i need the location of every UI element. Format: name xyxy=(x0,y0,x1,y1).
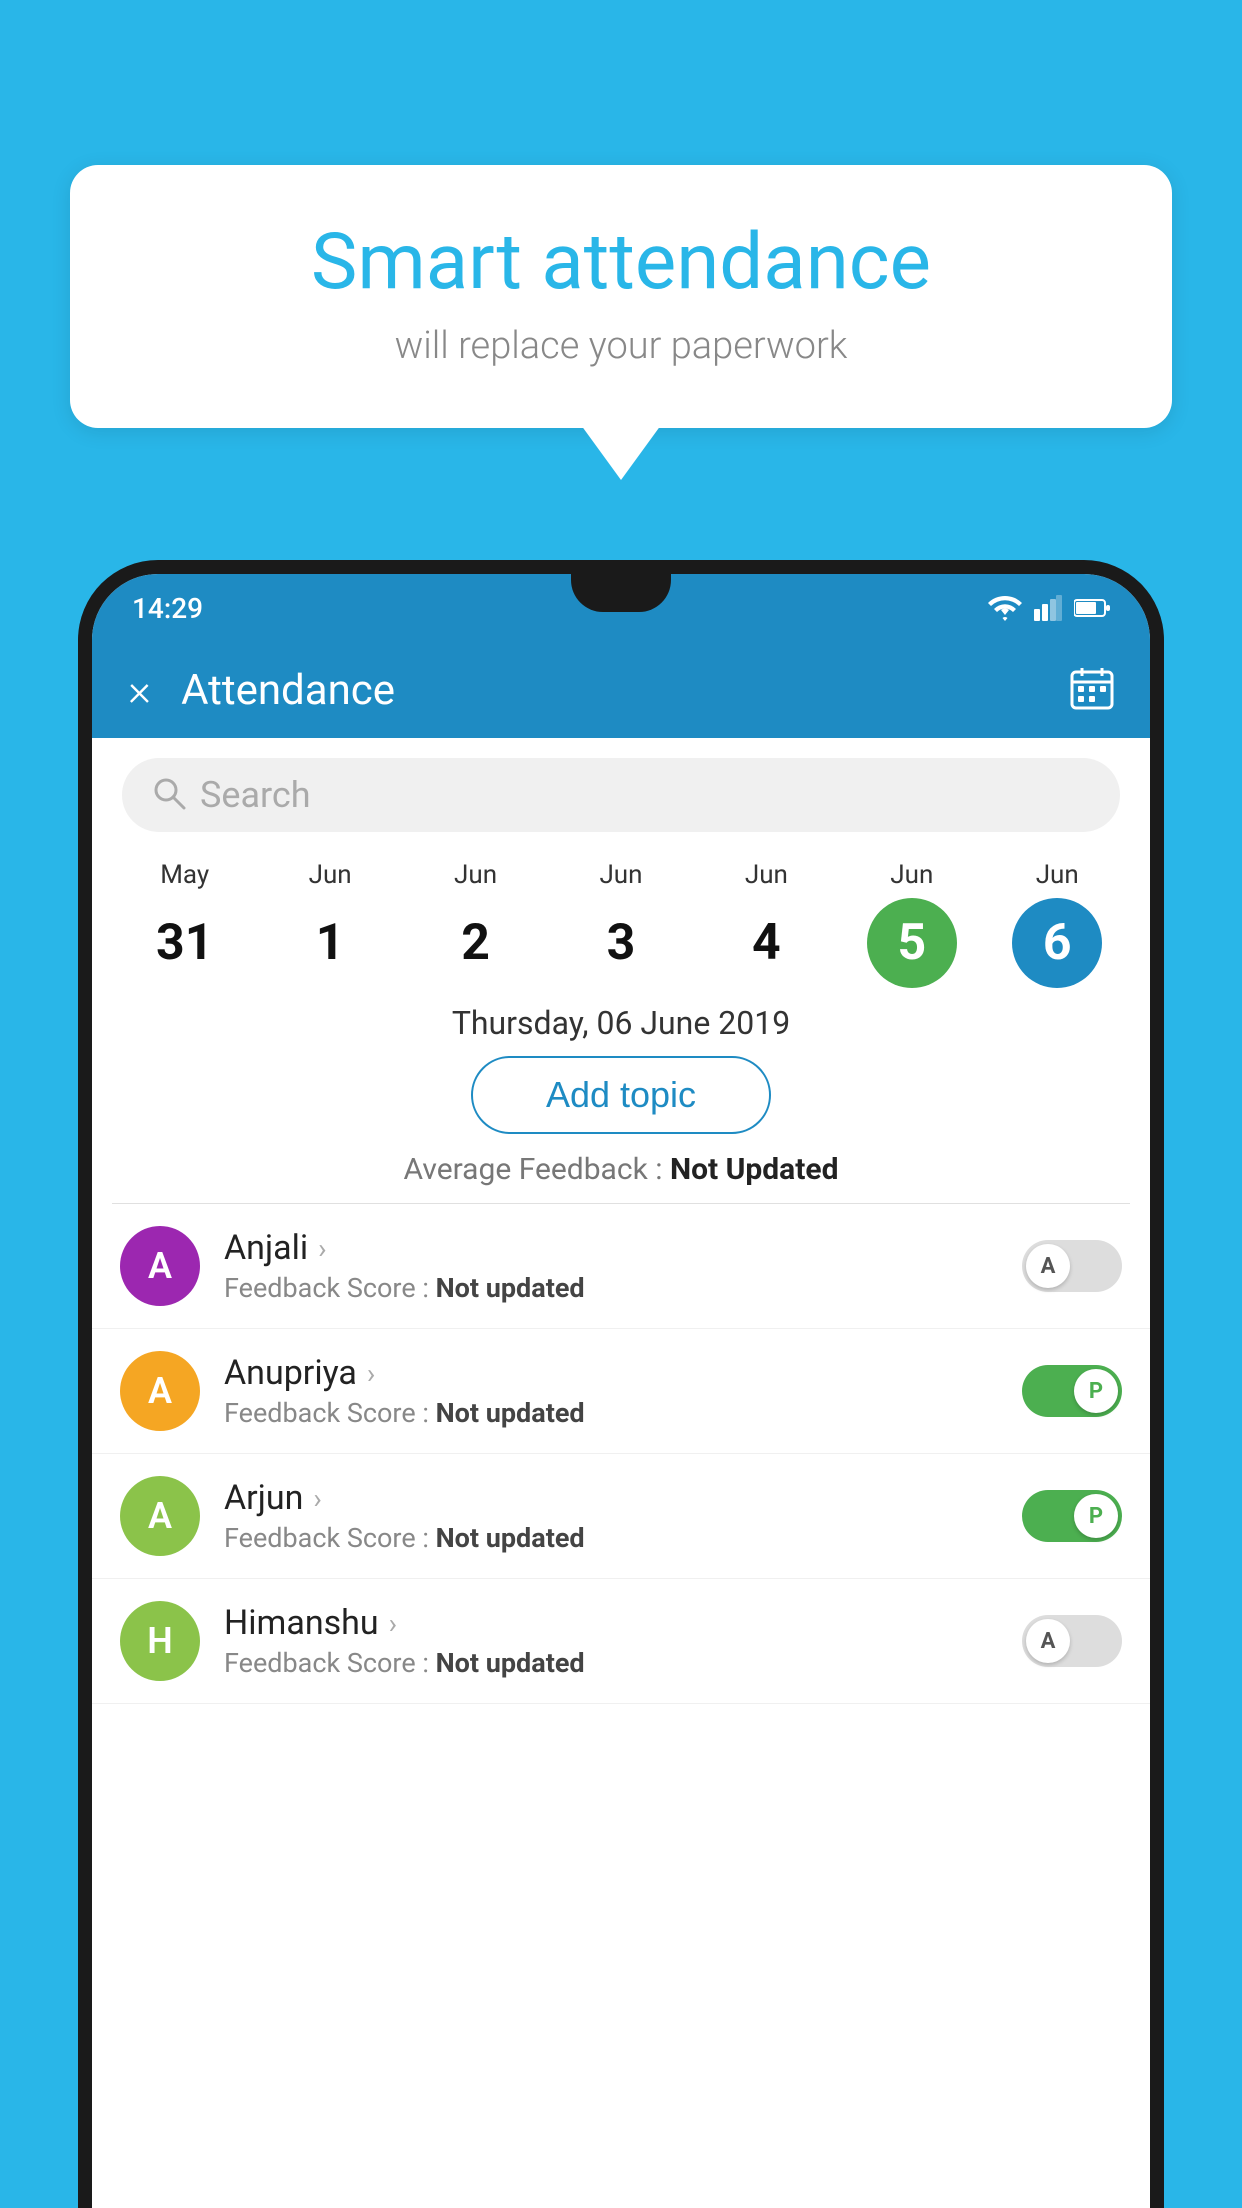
cal-month-label: Jun xyxy=(890,860,933,890)
toggle-knob: A xyxy=(1026,1619,1070,1663)
notch xyxy=(571,574,671,612)
student-info: Himanshu › Feedback Score : Not updated xyxy=(224,1603,1022,1679)
calendar-day[interactable]: Jun 4 xyxy=(721,860,811,988)
search-placeholder: Search xyxy=(200,774,311,816)
search-bar[interactable]: Search xyxy=(122,758,1120,832)
cal-day-number: 31 xyxy=(140,898,230,988)
wifi-icon xyxy=(988,595,1022,621)
cal-day-number: 3 xyxy=(576,898,666,988)
chevron-icon: › xyxy=(313,1482,321,1515)
calendar-strip: May 31 Jun 1 Jun 2 Jun 3 Jun 4 Jun 5 Jun 6 xyxy=(92,842,1150,994)
cal-day-number: 5 xyxy=(867,898,957,988)
avg-feedback-label: Average Feedback : xyxy=(404,1152,670,1187)
attendance-toggle[interactable]: A xyxy=(1022,1615,1122,1667)
student-avatar: H xyxy=(120,1601,200,1681)
cal-month-label: Jun xyxy=(745,860,788,890)
phone-inner: 14:29 xyxy=(92,574,1150,2208)
student-name: Arjun › xyxy=(224,1478,1022,1518)
add-topic-button[interactable]: Add topic xyxy=(471,1056,771,1134)
student-avatar: A xyxy=(120,1226,200,1306)
calendar-icon xyxy=(1070,666,1114,710)
toggle-knob: P xyxy=(1074,1369,1118,1413)
cal-day-number: 2 xyxy=(431,898,521,988)
cal-month-label: Jun xyxy=(1036,860,1079,890)
student-avatar: A xyxy=(120,1351,200,1431)
student-row[interactable]: H Himanshu › Feedback Score : Not updatedA xyxy=(92,1579,1150,1704)
toggle-wrap[interactable]: P xyxy=(1022,1365,1122,1417)
student-name: Anupriya › xyxy=(224,1353,1022,1393)
search-icon xyxy=(152,776,186,814)
toggle-wrap[interactable]: A xyxy=(1022,1240,1122,1292)
signal-icon xyxy=(1034,595,1062,621)
cal-month-label: Jun xyxy=(454,860,497,890)
student-row[interactable]: AAnjali ›Feedback Score : Not updatedA xyxy=(92,1204,1150,1329)
bubble-title: Smart attendance xyxy=(130,220,1112,306)
cal-day-number: 1 xyxy=(285,898,375,988)
attendance-toggle[interactable]: P xyxy=(1022,1490,1122,1542)
avg-feedback: Average Feedback : Not Updated xyxy=(92,1152,1150,1187)
student-info: Arjun › Feedback Score : Not updated xyxy=(224,1478,1022,1554)
chevron-icon: › xyxy=(389,1607,397,1640)
student-row[interactable]: A Arjun › Feedback Score : Not updated P xyxy=(92,1454,1150,1579)
status-time: 14:29 xyxy=(132,592,203,625)
calendar-day[interactable]: Jun 6 xyxy=(1012,860,1102,988)
attendance-toggle[interactable]: P xyxy=(1022,1365,1122,1417)
toggle-wrap[interactable]: A xyxy=(1022,1615,1122,1667)
student-info: Anjali › Feedback Score : Not updated xyxy=(224,1228,1022,1304)
student-name: Anjali › xyxy=(224,1228,1022,1268)
student-feedback: Feedback Score : Not updated xyxy=(224,1397,1022,1429)
battery-icon xyxy=(1074,598,1110,618)
student-name: Himanshu › xyxy=(224,1603,1022,1643)
app-header: × Attendance xyxy=(92,642,1150,738)
student-feedback: Feedback Score : Not updated xyxy=(224,1522,1022,1554)
cal-month-label: Jun xyxy=(309,860,352,890)
student-avatar: A xyxy=(120,1476,200,1556)
close-button[interactable]: × xyxy=(128,664,151,716)
cal-month-label: Jun xyxy=(599,860,642,890)
avg-feedback-value: Not Updated xyxy=(670,1152,839,1187)
student-list: AAnjali ›Feedback Score : Not updatedAAA… xyxy=(92,1204,1150,1704)
cal-day-number: 4 xyxy=(721,898,811,988)
header-title: Attendance xyxy=(181,666,1070,715)
toggle-wrap[interactable]: P xyxy=(1022,1490,1122,1542)
calendar-day[interactable]: Jun 5 xyxy=(867,860,957,988)
student-feedback: Feedback Score : Not updated xyxy=(224,1647,1022,1679)
student-feedback: Feedback Score : Not updated xyxy=(224,1272,1022,1304)
chevron-icon: › xyxy=(367,1357,375,1390)
attendance-toggle[interactable]: A xyxy=(1022,1240,1122,1292)
chevron-icon: › xyxy=(318,1232,326,1265)
phone-frame: 14:29 xyxy=(78,560,1164,2208)
calendar-button[interactable] xyxy=(1070,666,1114,714)
speech-bubble: Smart attendance will replace your paper… xyxy=(70,165,1172,428)
student-info: Anupriya › Feedback Score : Not updated xyxy=(224,1353,1022,1429)
selected-date-label: Thursday, 06 June 2019 xyxy=(92,994,1150,1056)
student-row[interactable]: A Anupriya › Feedback Score : Not updated P xyxy=(92,1329,1150,1454)
calendar-day[interactable]: Jun 1 xyxy=(285,860,375,988)
cal-day-number: 6 xyxy=(1012,898,1102,988)
toggle-knob: A xyxy=(1026,1244,1070,1288)
cal-month-label: May xyxy=(160,860,209,890)
calendar-day[interactable]: Jun 2 xyxy=(431,860,521,988)
calendar-day[interactable]: Jun 3 xyxy=(576,860,666,988)
toggle-knob: P xyxy=(1074,1494,1118,1538)
status-icons xyxy=(988,595,1110,621)
calendar-day[interactable]: May 31 xyxy=(140,860,230,988)
status-bar: 14:29 xyxy=(92,574,1150,642)
bubble-subtitle: will replace your paperwork xyxy=(130,324,1112,368)
